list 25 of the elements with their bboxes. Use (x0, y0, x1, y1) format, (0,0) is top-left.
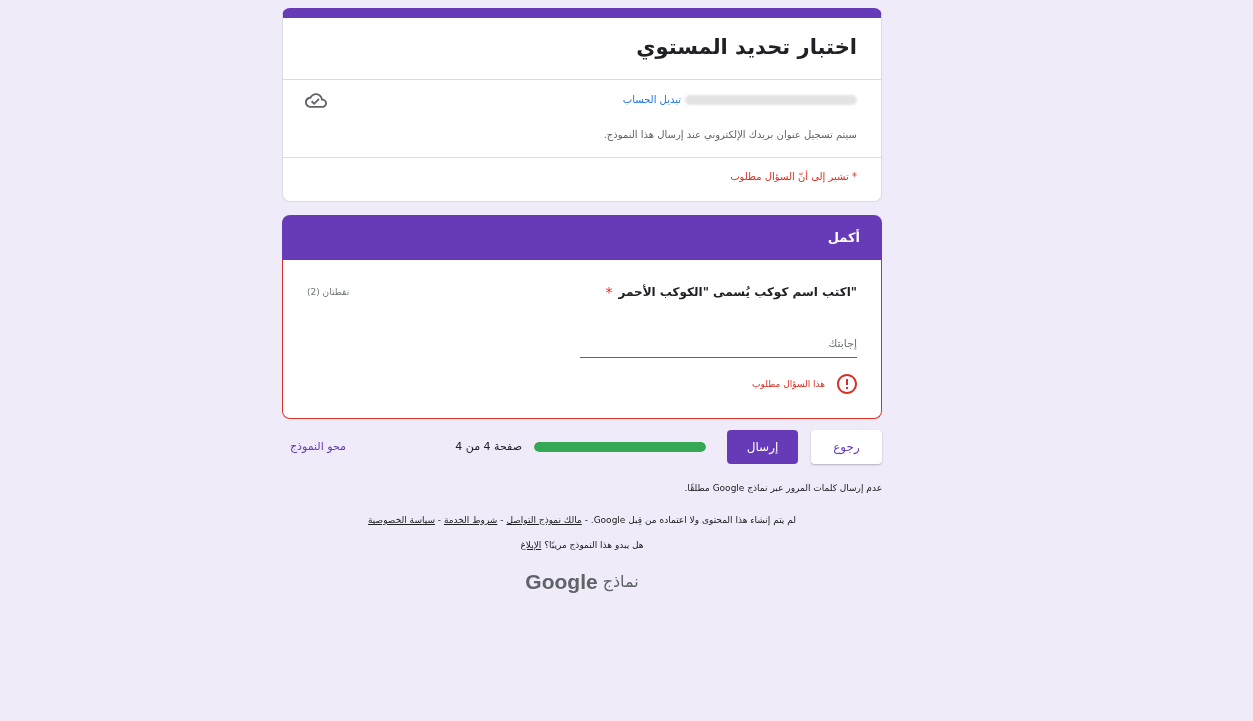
switch-account-link[interactable]: تبديل الحساب (622, 92, 681, 108)
question-points: نقطتان (2) (307, 286, 350, 299)
email-notice: سيتم تسجيل عنوان بريدك الإلكتروني عند إرسال هذا النموذج. (602, 128, 857, 143)
footer-link[interactable]: الإبلاغ (520, 540, 542, 550)
logo-product-text: نماذج (602, 570, 639, 594)
footer-link[interactable]: مالك نموذج التواصل (506, 515, 582, 525)
logo-brand-text: Google (525, 569, 598, 595)
section-title: أكمل (827, 228, 860, 247)
footer-link[interactable]: سياسة الخصوصية (368, 515, 435, 525)
question-text: "اكتب اسم كوكب يُسمى "الكوكب الأحمر (618, 283, 857, 302)
report-text: هل يبدو هذا النموذج مريبًا؟ الإبلاغ (519, 539, 645, 552)
form-title: اختبار تحديد المستوي (635, 34, 857, 62)
answer-field[interactable]: إجابتك (580, 330, 857, 358)
error-icon (837, 374, 857, 394)
page-counter: صفحة 4 من 4 (455, 438, 522, 455)
required-note: * تشير إلى أنّ السؤال مطلوب (729, 169, 857, 185)
back-button[interactable]: رجوع (811, 430, 882, 464)
clear-form-link[interactable]: محو النموذج (290, 438, 346, 456)
cloud-check-icon (305, 92, 327, 108)
required-asterisk: * (605, 283, 613, 302)
footer-link[interactable]: شروط الخدمة (443, 515, 498, 525)
disclaimer-text: لم يتم إنشاء هذا المحتوى ولا اعتماده من قِبل Google. - مالك نموذج التواصل - شروط الخدمة - سياسة الخصوصية (367, 514, 797, 527)
password-warning: عدم إرسال كلمات المرور عبر نماذج Google مطلقًا. (683, 482, 882, 495)
submit-button[interactable]: إرسال (727, 430, 798, 464)
error-message: هذا السؤال مطلوب (752, 378, 825, 391)
